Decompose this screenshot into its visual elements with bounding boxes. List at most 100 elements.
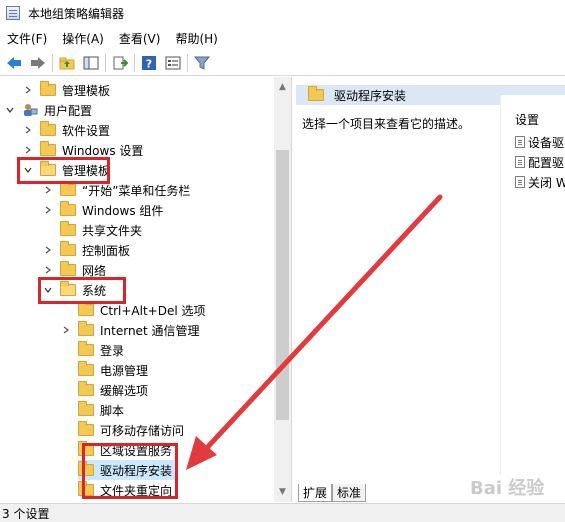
folder-icon — [78, 361, 94, 376]
folder-icon — [78, 301, 94, 316]
tree-item-label: 脚本 — [100, 403, 125, 418]
export-list-icon[interactable] — [110, 53, 130, 73]
tree-item-logon[interactable]: 登录 — [78, 340, 124, 360]
details-header-title: 驱动程序安装 — [334, 88, 407, 103]
toolbar-separator — [187, 53, 188, 72]
status-text: 3 个设置 — [2, 506, 50, 521]
tree-item-label: 用户配置 — [44, 103, 93, 118]
tree-item-software-settings[interactable]: 软件设置 — [22, 120, 110, 140]
folder-icon — [60, 261, 76, 276]
chevron-right-icon[interactable] — [42, 184, 54, 196]
menu-action[interactable]: 操作(A) — [62, 29, 104, 48]
highlight-box-driver-installation — [82, 443, 178, 499]
tree-item-label: Internet 通信管理 — [100, 323, 200, 338]
chevron-right-icon[interactable] — [22, 124, 34, 136]
tree-item-label: 共享文件夹 — [82, 223, 143, 238]
user-config-icon — [22, 103, 38, 117]
setting-item[interactable]: 设备驱 — [515, 133, 564, 151]
chevron-right-icon[interactable] — [22, 144, 34, 156]
tree-item-shared-folders[interactable]: 共享文件夹 — [60, 220, 142, 240]
tree-item-label: 缓解选项 — [100, 383, 149, 398]
tree-item-label: Windows 设置 — [62, 143, 144, 158]
toolbar-separator — [134, 53, 135, 72]
tree-item-removable-storage[interactable]: 可移动存储访问 — [78, 420, 184, 440]
highlight-box-system — [38, 277, 126, 304]
toolbar-separator — [105, 53, 106, 72]
policy-setting-icon — [515, 176, 525, 188]
scroll-up-icon[interactable]: ▲ — [274, 79, 291, 95]
tree-item-label: 管理模板 — [62, 83, 111, 98]
setting-item-label: 配置驱 — [528, 155, 565, 170]
tree-item-mitigation[interactable]: 缓解选项 — [78, 380, 148, 400]
highlight-box-admin-templates — [17, 157, 110, 184]
menu-bar: 文件(F) 操作(A) 查看(V) 帮助(H) — [0, 28, 565, 48]
tree-item-internet-comm[interactable]: Internet 通信管理 — [60, 320, 199, 340]
folder-icon — [60, 181, 76, 196]
chevron-right-icon[interactable] — [42, 204, 54, 216]
tree-item-scripts[interactable]: 脚本 — [78, 400, 124, 420]
tree-item-label: 控制面板 — [82, 243, 131, 258]
forward-icon[interactable] — [28, 53, 48, 73]
properties-icon[interactable] — [163, 53, 183, 73]
setting-item-label: 设备驱 — [528, 135, 565, 150]
chevron-right-icon[interactable] — [42, 244, 54, 256]
up-folder-icon[interactable] — [57, 53, 77, 73]
setting-item-label: 关闭 W — [528, 175, 565, 190]
svg-text:?: ? — [146, 57, 152, 70]
chevron-right-icon[interactable] — [42, 264, 54, 276]
tree-item-label: “开始”菜单和任务栏 — [82, 183, 191, 198]
tab-extended[interactable]: 扩展 — [298, 484, 333, 502]
folder-icon — [40, 81, 56, 96]
help-icon[interactable]: ? — [139, 53, 159, 73]
settings-column-header[interactable]: 设置 — [515, 111, 539, 128]
policy-setting-icon — [515, 136, 525, 148]
toolbar: ? — [0, 50, 565, 76]
window-title: 本地组策略编辑器 — [28, 6, 125, 21]
tree-item-admin-templates-computer[interactable]: 管理模板 — [22, 80, 110, 100]
tree-item-user-config[interactable]: 用户配置 — [4, 100, 92, 120]
settings-list[interactable]: 设置 设备驱 配置驱 关闭 W — [500, 95, 565, 475]
title-bar: 本地组策略编辑器 — [0, 0, 565, 26]
policy-setting-icon — [515, 156, 525, 168]
folder-icon — [60, 201, 76, 216]
status-bar: 3 个设置 — [0, 503, 565, 522]
back-icon[interactable] — [4, 53, 24, 73]
folder-icon — [78, 381, 94, 396]
setting-item[interactable]: 配置驱 — [515, 153, 564, 171]
tree-item-windows-components[interactable]: Windows 组件 — [42, 200, 163, 220]
watermark: Bai 经验 — [470, 478, 545, 499]
folder-icon — [78, 321, 94, 336]
folder-icon — [308, 86, 324, 101]
tree-item-label: 软件设置 — [62, 123, 111, 138]
folder-icon — [78, 421, 94, 436]
toolbar-separator — [52, 53, 53, 72]
view-tabs: 扩展 标准 — [298, 482, 367, 502]
folder-icon — [40, 121, 56, 136]
scroll-down-icon[interactable]: ▼ — [274, 484, 291, 500]
tree-item-control-panel[interactable]: 控制面板 — [42, 240, 130, 260]
show-hide-tree-icon[interactable] — [81, 53, 101, 73]
folder-icon — [78, 401, 94, 416]
menu-help[interactable]: 帮助(H) — [175, 29, 217, 48]
chevron-right-icon[interactable] — [22, 84, 34, 96]
folder-icon — [60, 221, 76, 236]
tree-item-power[interactable]: 电源管理 — [78, 360, 148, 380]
tab-standard[interactable]: 标准 — [332, 484, 367, 502]
tree-item-label: Ctrl+Alt+Del 选项 — [100, 303, 206, 318]
folder-icon — [40, 141, 56, 156]
tree-scrollbar-thumb[interactable] — [276, 150, 289, 420]
tree-item-label: 可移动存储访问 — [100, 423, 185, 438]
tree-item-label: Windows 组件 — [82, 203, 164, 218]
app-icon — [6, 6, 20, 20]
details-pane: 驱动程序安装 选择一个项目来查看它的描述。 设置 设备驱 配置驱 关闭 W — [296, 77, 565, 502]
filter-icon[interactable] — [192, 53, 212, 73]
folder-icon — [60, 241, 76, 256]
folder-icon — [78, 341, 94, 356]
chevron-down-icon[interactable] — [4, 104, 16, 116]
menu-file[interactable]: 文件(F) — [7, 29, 47, 48]
setting-item[interactable]: 关闭 W — [515, 173, 565, 191]
chevron-right-icon[interactable] — [60, 324, 72, 336]
tree-item-label: 网络 — [82, 263, 107, 278]
tree-item-label: 登录 — [100, 343, 125, 358]
menu-view[interactable]: 查看(V) — [119, 29, 161, 48]
